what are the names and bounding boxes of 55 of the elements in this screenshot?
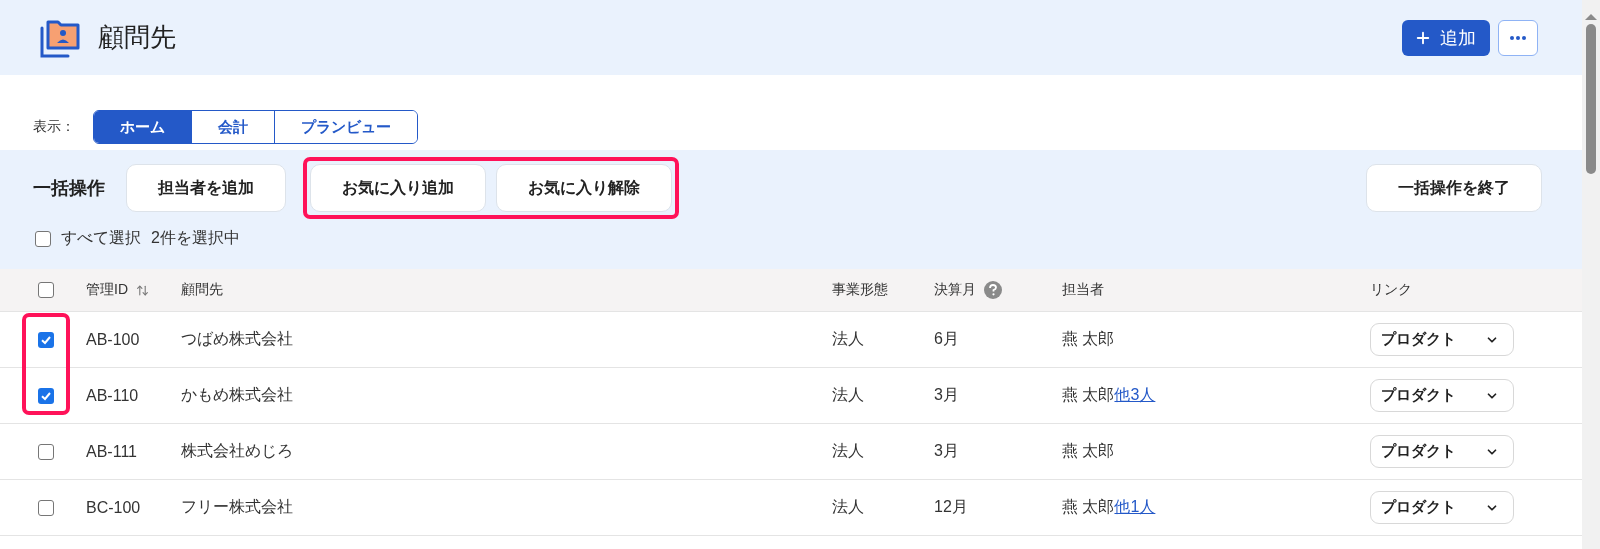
table-cell-text: BC-100 xyxy=(86,498,142,517)
help-icon[interactable] xyxy=(984,281,1002,299)
table-cell-text: 3月 xyxy=(934,441,960,461)
column-header: 顧問先 xyxy=(181,281,223,299)
table-cell-text: 6月 xyxy=(934,329,960,349)
table-cell-text: 法人 xyxy=(832,497,865,517)
bulk-action-button[interactable]: お気に入り追加 xyxy=(310,164,486,212)
table-cell-text: 3月 xyxy=(934,385,960,405)
more-staff-link[interactable]: 他3人 xyxy=(1114,385,1156,406)
row-checkbox[interactable] xyxy=(38,387,54,404)
table-cell-text: 法人 xyxy=(832,385,865,405)
view-label: 表示： xyxy=(33,118,75,136)
bulk-title: 一括操作 xyxy=(33,177,105,200)
sort-icon[interactable] xyxy=(136,283,149,297)
table-cell-text: 燕 太郎 xyxy=(1062,329,1115,349)
table-cell-text: AB-110 xyxy=(86,386,140,405)
table-cell-text: 燕 太郎 xyxy=(1062,441,1115,461)
end-bulk-button[interactable]: 一括操作を終了 xyxy=(1366,164,1542,212)
link-dropdown[interactable]: プロダクト xyxy=(1370,379,1514,412)
more-staff-link[interactable]: 他1人 xyxy=(1114,497,1156,518)
table-cell-text: かもめ株式会社 xyxy=(181,385,294,405)
table-cell-text: 株式会社めじろ xyxy=(181,441,294,461)
header-checkbox[interactable] xyxy=(38,282,54,298)
row-checkbox[interactable] xyxy=(38,499,54,516)
row-checkbox[interactable] xyxy=(38,443,54,460)
link-dropdown[interactable]: プロダクト xyxy=(1370,323,1514,356)
column-header: 事業形態 xyxy=(832,281,888,299)
table-cell-text: AB-111 xyxy=(86,442,138,461)
table-cell-text: 燕 太郎 xyxy=(1062,497,1115,517)
view-tab[interactable]: ホーム xyxy=(94,111,191,143)
table-cell-text: 法人 xyxy=(832,441,865,461)
row-checkbox[interactable] xyxy=(38,331,54,348)
bulk-action-button[interactable]: お気に入り解除 xyxy=(496,164,672,212)
view-tab[interactable]: プランビュー xyxy=(274,111,417,143)
selection-count: 2件を選択中 xyxy=(151,228,240,248)
table-cell-text: 法人 xyxy=(832,329,865,349)
page-title: 顧問先 xyxy=(98,21,177,54)
column-header: 担当者 xyxy=(1062,281,1104,299)
select-all-checkbox[interactable] xyxy=(35,230,51,247)
column-header: 管理ID xyxy=(86,281,128,299)
table-cell-text: AB-100 xyxy=(86,330,141,349)
table-cell-text: つばめ株式会社 xyxy=(181,329,294,349)
link-dropdown[interactable]: プロダクト xyxy=(1370,491,1514,524)
table-cell-text: フリー株式会社 xyxy=(181,497,294,517)
more-button[interactable] xyxy=(1498,19,1538,56)
column-header: リンク xyxy=(1370,281,1412,299)
more-icon xyxy=(1510,35,1526,40)
select-all-label: すべて選択 xyxy=(61,228,141,248)
add-button[interactable]: 追加 xyxy=(1402,19,1490,56)
bulk-action-button[interactable]: 担当者を追加 xyxy=(126,164,286,212)
table-cell-text: 燕 太郎 xyxy=(1062,385,1115,405)
table-cell-text: 12月 xyxy=(934,497,969,517)
column-header: 決算月 xyxy=(934,281,976,299)
scrollbar-thumb[interactable] xyxy=(1586,24,1596,174)
link-dropdown[interactable]: プロダクト xyxy=(1370,435,1514,468)
